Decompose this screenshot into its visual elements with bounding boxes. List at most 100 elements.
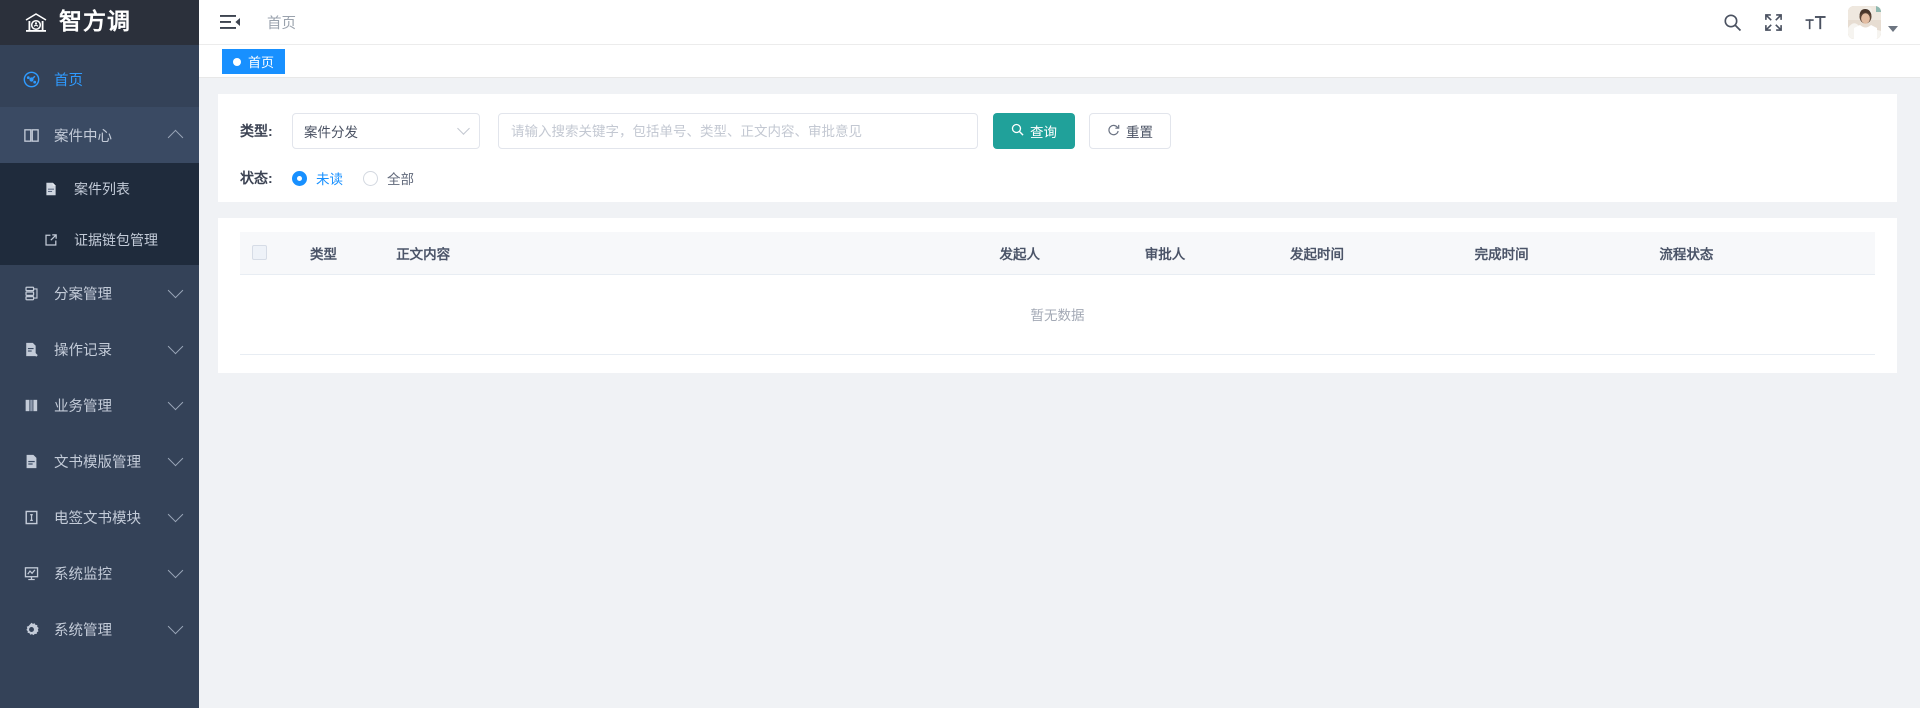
signature-icon xyxy=(22,508,40,526)
filter-row-type: 类型: 案件分发 查询 xyxy=(240,113,1875,149)
tag-bar: 首页 xyxy=(199,45,1920,78)
status-radio-label: 全部 xyxy=(387,172,414,187)
status-label: 状态: xyxy=(240,170,273,186)
sidebar-submenu-case-center: 案件列表 证据链包管理 xyxy=(0,163,199,265)
status-radio-unread[interactable]: 未读 xyxy=(292,168,343,188)
book-open-icon xyxy=(22,126,40,144)
search-input[interactable] xyxy=(498,113,978,149)
topbar-actions xyxy=(1723,5,1898,39)
document-icon xyxy=(22,452,40,470)
sidebar-item-label: 业务管理 xyxy=(54,398,112,415)
gear-icon xyxy=(22,620,40,638)
chevron-down-icon[interactable] xyxy=(1888,26,1898,32)
sidebar-subitem-label: 证据链包管理 xyxy=(74,231,158,248)
books-icon xyxy=(22,396,40,414)
main-area: 首页 首页 类型: 案件分发 请输入搜索关键字，包括单号、类型、正文内容、审批意… xyxy=(199,0,1920,708)
menu-fold-icon[interactable] xyxy=(219,11,241,33)
query-button-label: 查询 xyxy=(1030,125,1057,140)
external-link-icon xyxy=(42,231,60,249)
sidebar: 智方调 首页 案件中心 案件列表 证据链包管理 分案管理 操作记录 业务管理 文… xyxy=(0,0,199,708)
tag-dot-icon xyxy=(233,57,241,66)
table-header-row: 类型 正文内容 发起人 审批人 发起时间 完成时间 流程状态 xyxy=(240,232,1875,275)
tag-label: 首页 xyxy=(248,55,275,70)
sidebar-item-business[interactable]: 业务管理 xyxy=(0,377,199,433)
sidebar-menu: 首页 案件中心 案件列表 证据链包管理 分案管理 操作记录 业务管理 文书模版管… xyxy=(0,45,199,708)
type-select[interactable]: 案件分发 xyxy=(292,113,480,149)
edit-document-icon xyxy=(22,340,40,358)
reset-button-label: 重置 xyxy=(1126,125,1153,140)
status-radio-group: 未读 全部 xyxy=(292,168,414,188)
reset-button[interactable]: 重置 xyxy=(1089,113,1171,149)
table-header: 类型 正文内容 发起人 审批人 发起时间 完成时间 流程状态 xyxy=(240,232,1875,275)
empty-state-row: 暂无数据 xyxy=(240,274,1875,355)
select-all-header xyxy=(240,232,305,275)
column-type[interactable]: 类型 xyxy=(304,232,391,275)
status-radio-label: 未读 xyxy=(316,172,343,187)
column-approver[interactable]: 审批人 xyxy=(1138,232,1284,275)
type-select-value: 案件分发 xyxy=(304,125,358,140)
sidebar-item-label: 文书模版管理 xyxy=(54,454,141,471)
chevron-down-icon[interactable] xyxy=(167,618,184,635)
search-icon xyxy=(1011,123,1024,139)
chevron-down-icon[interactable] xyxy=(167,562,184,579)
sidebar-item-operation-log[interactable]: 操作记录 xyxy=(0,321,199,377)
chevron-down-icon[interactable] xyxy=(167,450,184,467)
chevron-down-icon[interactable] xyxy=(167,394,184,411)
case-assign-icon xyxy=(22,284,40,302)
sidebar-item-esign[interactable]: 电签文书模块 xyxy=(0,489,199,545)
sidebar-subitem-case-list[interactable]: 案件列表 xyxy=(0,163,199,214)
sidebar-subitem-evidence-chain[interactable]: 证据链包管理 xyxy=(0,214,199,265)
sidebar-item-system-monitor[interactable]: 系统监控 xyxy=(0,545,199,601)
sidebar-item-label: 系统监控 xyxy=(54,566,112,583)
app-root: 智方调 首页 案件中心 案件列表 证据链包管理 分案管理 操作记录 业务管理 文… xyxy=(0,0,1920,708)
column-start-time[interactable]: 发起时间 xyxy=(1283,232,1469,275)
chevron-down-icon[interactable] xyxy=(167,506,184,523)
chevron-up-icon[interactable] xyxy=(167,129,184,145)
top-bar: 首页 xyxy=(199,0,1920,45)
sidebar-item-case-assignment[interactable]: 分案管理 xyxy=(0,265,199,321)
filter-row-status: 状态: 未读 全部 xyxy=(240,168,1875,188)
column-content[interactable]: 正文内容 xyxy=(390,232,994,275)
table-body: 暂无数据 xyxy=(240,274,1875,355)
status-radio-all[interactable]: 全部 xyxy=(363,168,414,188)
select-all-checkbox[interactable] xyxy=(252,245,267,261)
column-flow-status[interactable]: 流程状态 xyxy=(1653,232,1875,275)
avatar xyxy=(1848,5,1881,39)
brand-logo[interactable]: 智方调 xyxy=(0,0,199,45)
breadcrumb[interactable]: 首页 xyxy=(267,12,296,33)
monitor-chart-icon xyxy=(22,564,40,582)
content-area: 类型: 案件分发 查询 xyxy=(199,78,1920,708)
sidebar-item-label: 案件中心 xyxy=(54,128,112,145)
records-table: 类型 正文内容 发起人 审批人 发起时间 完成时间 流程状态 暂无数据 xyxy=(240,232,1875,355)
sidebar-subitem-label: 案件列表 xyxy=(74,180,130,197)
dashboard-icon xyxy=(22,70,40,88)
sidebar-item-home[interactable]: 首页 xyxy=(0,51,199,107)
courthouse-icon xyxy=(22,9,50,37)
sidebar-item-case-center[interactable]: 案件中心 xyxy=(0,107,199,163)
brand-name: 智方调 xyxy=(59,9,131,35)
radio-dot-icon xyxy=(292,170,307,186)
filter-panel: 类型: 案件分发 查询 xyxy=(218,94,1897,202)
file-list-icon xyxy=(42,180,60,198)
sidebar-item-label: 电签文书模块 xyxy=(54,510,141,527)
sidebar-item-label: 系统管理 xyxy=(54,622,112,639)
column-initiator[interactable]: 发起人 xyxy=(993,232,1139,275)
tab-home[interactable]: 首页 xyxy=(222,49,286,74)
chevron-down-icon[interactable] xyxy=(167,282,184,299)
chevron-down-icon xyxy=(457,122,470,135)
sidebar-item-label: 操作记录 xyxy=(54,342,112,359)
refresh-icon xyxy=(1107,123,1120,139)
query-button[interactable]: 查询 xyxy=(993,113,1075,149)
table-panel: 类型 正文内容 发起人 审批人 发起时间 完成时间 流程状态 暂无数据 xyxy=(218,218,1897,373)
user-menu[interactable] xyxy=(1848,5,1898,39)
empty-state-text: 暂无数据 xyxy=(240,274,1875,355)
sidebar-item-label: 首页 xyxy=(54,72,83,89)
sidebar-item-doc-template[interactable]: 文书模版管理 xyxy=(0,433,199,489)
sidebar-item-system-management[interactable]: 系统管理 xyxy=(0,601,199,657)
chevron-down-icon[interactable] xyxy=(167,338,184,355)
search-icon[interactable] xyxy=(1723,13,1742,32)
column-finish-time[interactable]: 完成时间 xyxy=(1468,232,1654,275)
fullscreen-icon[interactable] xyxy=(1764,13,1783,32)
font-size-icon[interactable] xyxy=(1805,13,1826,32)
type-label: 类型: xyxy=(240,123,273,139)
